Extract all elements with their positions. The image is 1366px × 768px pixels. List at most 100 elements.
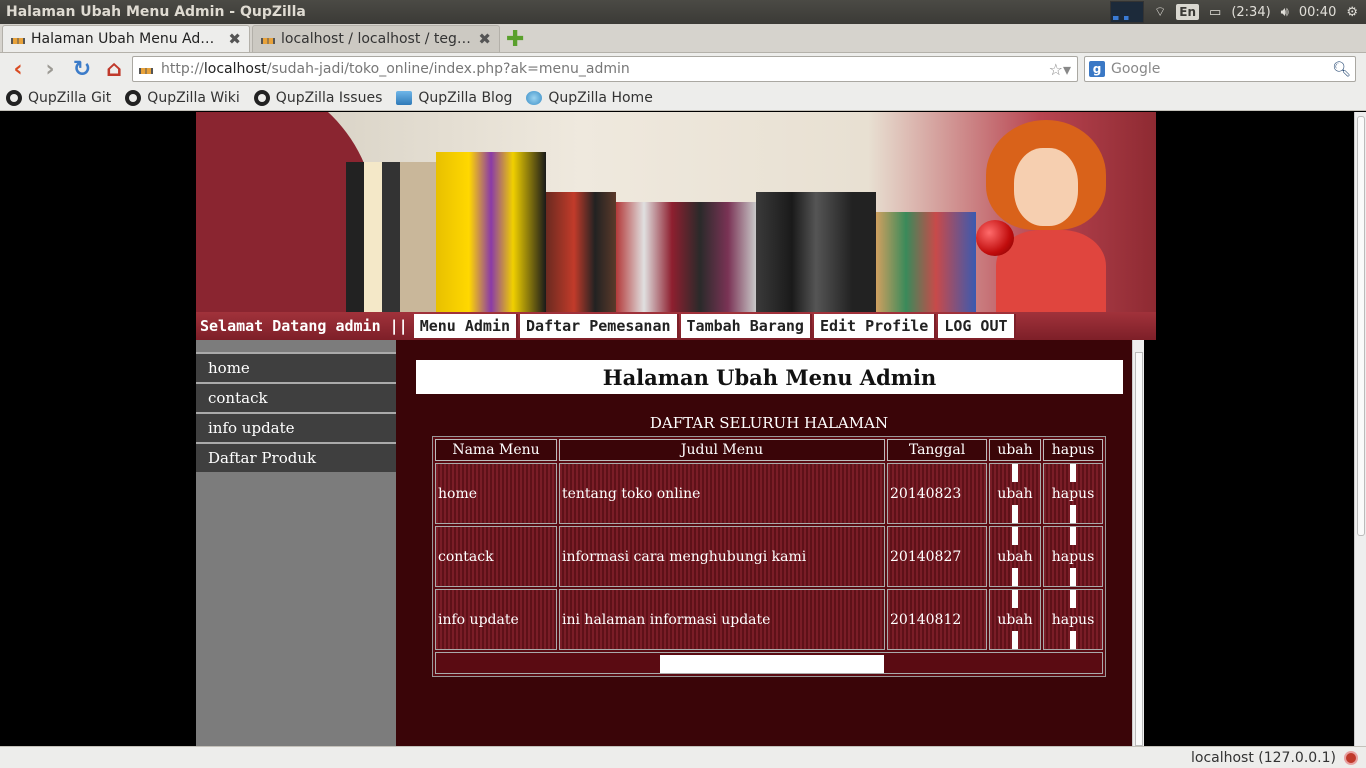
topnav-log-out[interactable]: LOG OUT [938, 314, 1016, 338]
hapus-link[interactable]: hapus [1052, 549, 1095, 565]
sidebar-item-info-update[interactable]: info update [196, 412, 396, 442]
home-button[interactable]: ⌂ [100, 55, 128, 83]
system-monitor-icon[interactable] [1110, 1, 1145, 23]
cell-tanggal: 20140812 [887, 589, 987, 650]
stop-icon[interactable] [1344, 750, 1358, 765]
navigation-bar: ‹ › ↻ ⌂ http://localhost/sudah-jadi/toko… [0, 53, 1366, 85]
system-tray: ⌔ En ▭ (2:34) 🔊︎ 00:40 ⚙ [1110, 1, 1366, 23]
page-scrollbar[interactable] [1354, 112, 1366, 746]
page-title: Halaman Ubah Menu Admin [416, 360, 1123, 394]
scrollbar-thumb[interactable] [1357, 116, 1365, 536]
sidebar-item-home[interactable]: home [196, 352, 396, 382]
header-banner-image [196, 112, 1156, 312]
blog-icon [396, 90, 413, 105]
cell-judul-menu: tentang toko online [559, 463, 885, 524]
site-container: Selamat Datang admin || Menu Admin Dafta… [196, 112, 1156, 746]
topnav-menu-admin[interactable]: Menu Admin [413, 314, 519, 338]
cell-nama-menu: info update [435, 589, 557, 650]
column-header: hapus [1043, 439, 1103, 461]
search-icon[interactable]: 🔍︎ [1332, 60, 1351, 78]
tab-label: localhost / localhost / tegu… [281, 31, 473, 47]
hapus-cell: hapus [1043, 526, 1103, 587]
ubah-link[interactable]: ubah [997, 612, 1032, 628]
table-header-row: Nama Menu Judul Menu Tanggal ubah hapus [435, 439, 1103, 461]
topnav-edit-profile[interactable]: Edit Profile [813, 314, 937, 338]
table-footer-row [435, 652, 1103, 674]
column-header: ubah [989, 439, 1041, 461]
reload-button[interactable]: ↻ [68, 55, 96, 83]
hapus-cell: hapus [1043, 463, 1103, 524]
cell-tanggal: 20140823 [887, 463, 987, 524]
bookmark-qupzilla-wiki[interactable]: QupZilla Wiki [125, 89, 240, 106]
bookmark-qupzilla-home[interactable]: QupZilla Home [526, 90, 653, 106]
menu-table: Nama Menu Judul Menu Tanggal ubah hapus … [432, 436, 1106, 677]
bookmarks-toolbar: QupZilla Git QupZilla Wiki QupZilla Issu… [0, 85, 1366, 111]
system-top-bar: Halaman Ubah Menu Admin - QupZilla ⌔ En … [0, 0, 1366, 24]
tab-phpmyadmin[interactable]: localhost / localhost / tegu… ✖ [252, 25, 500, 52]
keyboard-layout[interactable]: En [1176, 4, 1200, 20]
table-caption: DAFTAR SELURUH HALAMAN [649, 414, 889, 432]
battery-time[interactable]: (2:34) [1231, 5, 1270, 20]
welcome-text: Selamat Datang admin || [200, 317, 408, 335]
footer-blank-box [660, 655, 884, 673]
tab-ubah-menu-admin[interactable]: Halaman Ubah Menu Admin ✖ [2, 25, 250, 52]
hapus-link[interactable]: hapus [1052, 486, 1095, 502]
address-bar[interactable]: http://localhost/sudah-jadi/toko_online/… [132, 56, 1078, 82]
google-icon[interactable]: g [1089, 61, 1105, 77]
bookmark-qupzilla-issues[interactable]: QupZilla Issues [253, 89, 382, 106]
cell-nama-menu: contack [435, 526, 557, 587]
column-header: Tanggal [887, 439, 987, 461]
volume-icon[interactable]: 🔊︎ [1281, 5, 1289, 20]
hapus-cell: hapus [1043, 589, 1103, 650]
close-icon[interactable]: ✖ [228, 30, 241, 48]
back-button[interactable]: ‹ [4, 55, 32, 83]
ubah-cell: ubah [989, 526, 1041, 587]
site-favicon-icon [261, 34, 275, 44]
apple-icon [976, 220, 1014, 256]
column-header: Nama Menu [435, 439, 557, 461]
content-scrollbar[interactable] [1132, 340, 1144, 746]
topnav-daftar-pemesanan[interactable]: Daftar Pemesanan [520, 314, 679, 338]
sidebar-item-daftar-produk[interactable]: Daftar Produk [196, 442, 396, 472]
qupzilla-icon [526, 90, 543, 105]
window-title: Halaman Ubah Menu Admin - QupZilla [6, 4, 306, 20]
bookmark-qupzilla-blog[interactable]: QupZilla Blog [396, 90, 512, 106]
topnav-tambah-barang[interactable]: Tambah Barang [680, 314, 812, 338]
url-text[interactable]: http://localhost/sudah-jadi/toko_online/… [161, 61, 1041, 77]
github-icon [253, 89, 270, 106]
github-icon [6, 89, 22, 106]
ubah-cell: ubah [989, 463, 1041, 524]
site-favicon-icon [11, 34, 25, 44]
hapus-link[interactable]: hapus [1052, 612, 1095, 628]
gear-icon[interactable]: ⚙ [1346, 5, 1358, 20]
search-input[interactable]: Google [1111, 61, 1326, 77]
column-header: Judul Menu [559, 439, 885, 461]
table-row: info update ini halaman informasi update… [435, 589, 1103, 650]
sidebar: home contack info update Daftar Produk [196, 340, 396, 746]
ubah-link[interactable]: ubah [997, 486, 1032, 502]
woman-illustration [976, 120, 1106, 312]
wifi-icon[interactable]: ⌔ [1154, 4, 1166, 20]
cell-judul-menu: ini halaman informasi update [559, 589, 885, 650]
bookmark-star-icon[interactable]: ☆▾ [1049, 60, 1071, 79]
bookmark-qupzilla-git[interactable]: QupZilla Git [6, 89, 111, 106]
top-navigation: Selamat Datang admin || Menu Admin Dafta… [196, 312, 1156, 340]
close-icon[interactable]: ✖ [478, 30, 491, 48]
main-content: Halaman Ubah Menu Admin DAFTAR SELURUH H… [396, 340, 1144, 746]
table-row: home tentang toko online 20140823 ubah h… [435, 463, 1103, 524]
site-favicon-icon [139, 64, 153, 74]
cell-nama-menu: home [435, 463, 557, 524]
cell-judul-menu: informasi cara menghubungi kami [559, 526, 885, 587]
status-text: localhost (127.0.0.1) [1190, 749, 1336, 766]
cell-tanggal: 20140827 [887, 526, 987, 587]
status-bar: localhost (127.0.0.1) [0, 746, 1366, 768]
new-tab-plus-icon[interactable]: ✚ [506, 28, 524, 52]
search-bar[interactable]: g Google 🔍︎ [1084, 56, 1356, 82]
sidebar-item-contack[interactable]: contack [196, 382, 396, 412]
ubah-link[interactable]: ubah [997, 549, 1032, 565]
tab-bar: Halaman Ubah Menu Admin ✖ localhost / lo… [0, 24, 1366, 53]
clock[interactable]: 00:40 [1299, 5, 1336, 20]
battery-icon[interactable]: ▭ [1209, 5, 1221, 20]
forward-button[interactable]: › [36, 55, 64, 83]
tab-label: Halaman Ubah Menu Admin [31, 31, 223, 47]
